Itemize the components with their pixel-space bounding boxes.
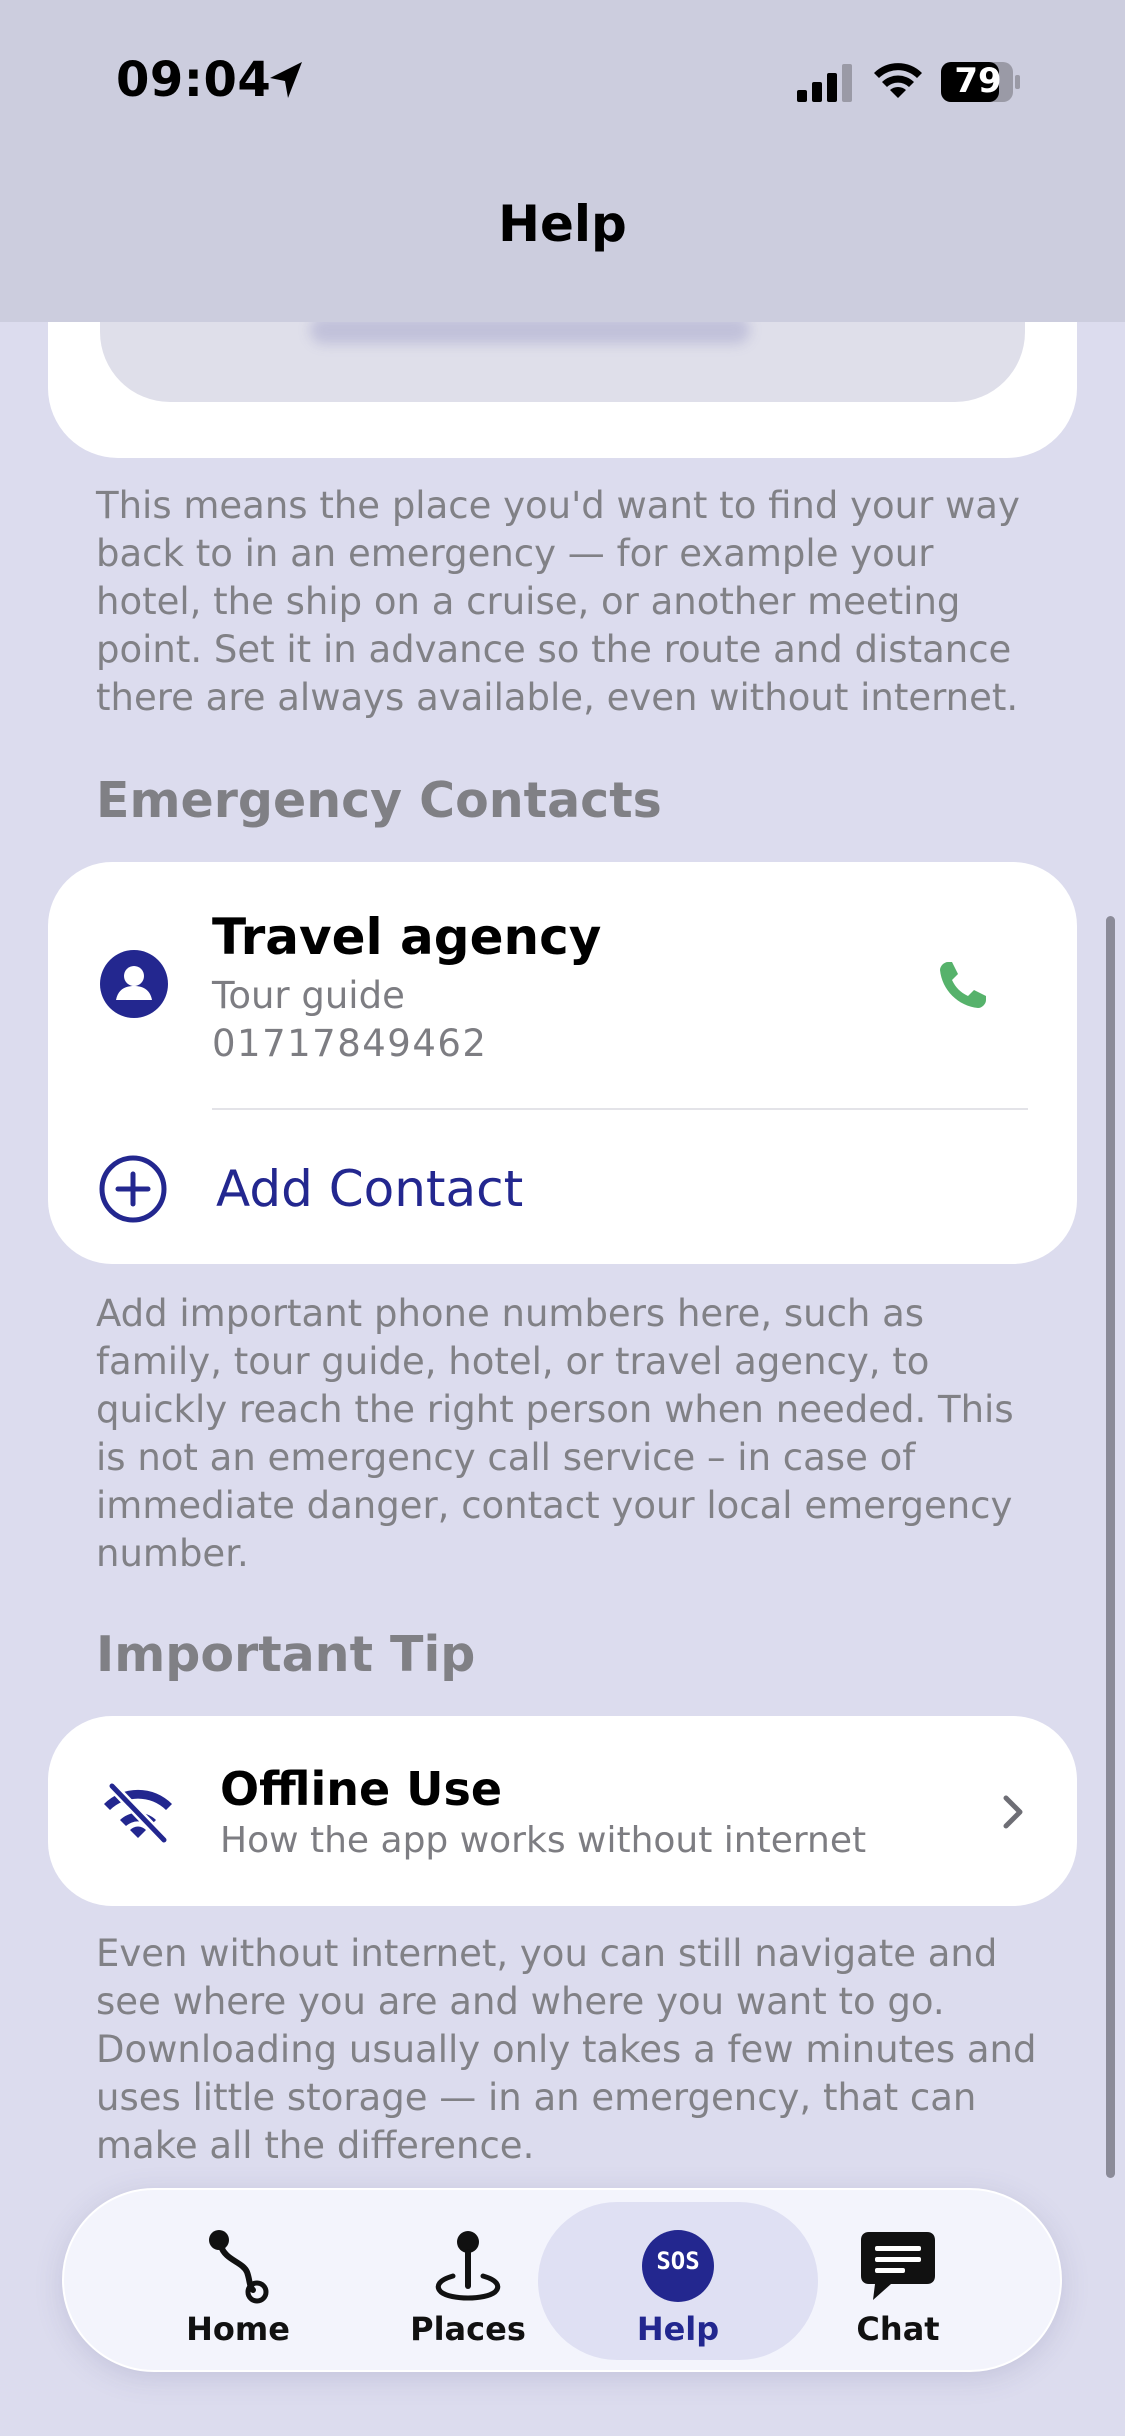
tab-chat-label: Chat [856,2310,940,2348]
tab-bar: Home Places SOS Help Chat [62,2188,1062,2372]
sos-badge: SOS [656,2247,700,2275]
chevron-right-icon [1003,1795,1023,1829]
battery-level: 79 [954,61,1002,101]
offline-use-row[interactable]: Offline Use How the app works without in… [48,1716,1077,1906]
important-tip-heading: Important Tip [96,1626,476,1683]
offline-use-subtitle: How the app works without internet [220,1820,867,1861]
plus-circle-icon[interactable] [98,1154,168,1224]
top-header: 09:04 79 Help [0,0,1125,322]
location-arrow-icon [270,62,302,98]
pin-icon [435,2231,501,2301]
phone-call-icon[interactable] [934,958,990,1014]
tab-chat[interactable]: Chat [758,2202,1038,2360]
emergency-contacts-description: Add important phone numbers here, such a… [96,1292,1014,1575]
contacts-card: Travel agency Tour guide 01717849462 Add… [48,862,1077,1264]
offline-use-title: Offline Use [220,1762,503,1816]
safe-place-description: This means the place you'd want to find … [96,484,1020,719]
contact-name[interactable]: Travel agency [212,908,601,966]
contact-phone: 01717849462 [212,1022,488,1065]
scrollbar[interactable] [1106,916,1115,2178]
signal-icon [797,64,852,102]
route-icon [209,2230,269,2304]
add-contact-button[interactable]: Add Contact [216,1160,523,1218]
wifi-icon [874,63,922,98]
status-time: 09:04 [116,52,272,108]
page-title: Help [498,195,627,253]
contact-role: Tour guide [212,974,405,1017]
wifi-off-icon [104,1781,172,1844]
offline-use-description: Even without internet, you can still nav… [96,1932,1037,2167]
emergency-contacts-heading: Emergency Contacts [96,772,662,829]
chat-icon [861,2232,935,2300]
contact-divider [212,1108,1028,1110]
person-icon [100,950,168,1018]
